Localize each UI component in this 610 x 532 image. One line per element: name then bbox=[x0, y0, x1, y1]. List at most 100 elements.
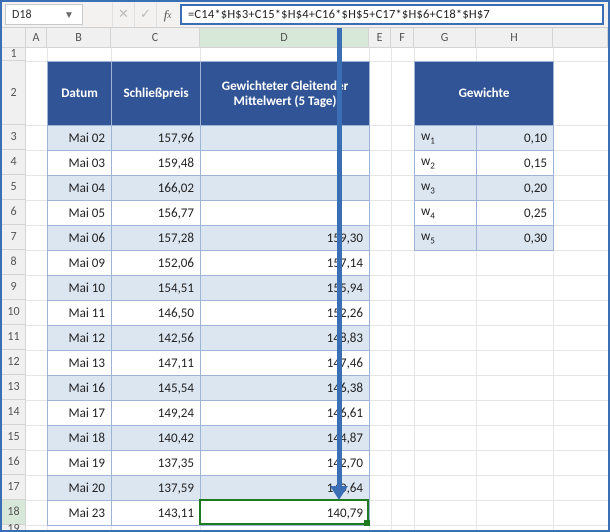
cancel-icon[interactable]: ✕ bbox=[112, 2, 134, 27]
check-icon[interactable]: ✓ bbox=[134, 2, 156, 27]
table-row[interactable]: Mai 12142,56148,83 bbox=[48, 326, 370, 351]
col-header-E[interactable]: E bbox=[369, 28, 391, 47]
table-row[interactable]: w20,15 bbox=[415, 151, 554, 176]
table-row[interactable]: w10,10 bbox=[415, 126, 554, 151]
cell-datum[interactable]: Mai 02 bbox=[48, 126, 112, 151]
cell-datum[interactable]: Mai 12 bbox=[48, 326, 112, 351]
fx-icon[interactable]: fx bbox=[156, 2, 178, 27]
cell-preis[interactable]: 156,77 bbox=[112, 201, 201, 226]
weight-label[interactable]: w1 bbox=[415, 126, 477, 151]
cell-mittelwert[interactable]: 146,38 bbox=[201, 376, 370, 401]
cell-preis[interactable]: 147,11 bbox=[112, 351, 201, 376]
weight-label[interactable]: w3 bbox=[415, 176, 477, 201]
row-header-10[interactable]: 10 bbox=[2, 300, 25, 325]
cell-mittelwert[interactable]: 146,61 bbox=[201, 401, 370, 426]
weight-label[interactable]: w5 bbox=[415, 226, 477, 251]
col-header-H[interactable]: H bbox=[476, 28, 553, 47]
cell-datum[interactable]: Mai 06 bbox=[48, 226, 112, 251]
table-row[interactable]: Mai 09152,06157,14 bbox=[48, 251, 370, 276]
cell-preis[interactable]: 166,02 bbox=[112, 176, 201, 201]
table-row[interactable]: Mai 17149,24146,61 bbox=[48, 401, 370, 426]
chevron-down-icon[interactable]: ▼ bbox=[62, 8, 76, 21]
col-header-A[interactable]: A bbox=[26, 28, 47, 47]
cell-datum[interactable]: Mai 04 bbox=[48, 176, 112, 201]
cell-mittelwert[interactable]: 144,87 bbox=[201, 426, 370, 451]
cell-mittelwert[interactable] bbox=[201, 126, 370, 151]
cell-preis[interactable]: 142,56 bbox=[112, 326, 201, 351]
row-header-12[interactable]: 12 bbox=[2, 350, 25, 375]
cell-datum[interactable]: Mai 18 bbox=[48, 426, 112, 451]
row-header-17[interactable]: 17 bbox=[2, 475, 25, 500]
col-header-C[interactable]: C bbox=[111, 28, 200, 47]
cell-preis[interactable]: 137,59 bbox=[112, 476, 201, 501]
cell-mittelwert[interactable] bbox=[201, 201, 370, 226]
cell-preis[interactable]: 157,96 bbox=[112, 126, 201, 151]
cell-datum[interactable]: Mai 10 bbox=[48, 276, 112, 301]
cell-mittelwert[interactable]: 159,30 bbox=[201, 226, 370, 251]
cell-mittelwert[interactable]: 140,79 bbox=[201, 501, 370, 526]
weight-value[interactable]: 0,30 bbox=[477, 226, 554, 251]
table-row[interactable]: Mai 02157,96 bbox=[48, 126, 370, 151]
cell-mittelwert[interactable] bbox=[201, 176, 370, 201]
row-header-2[interactable]: 2 bbox=[2, 61, 25, 125]
cell-datum[interactable]: Mai 20 bbox=[48, 476, 112, 501]
table-row[interactable]: Mai 13147,11147,46 bbox=[48, 351, 370, 376]
row-header-11[interactable]: 11 bbox=[2, 325, 25, 350]
col-header-F[interactable]: F bbox=[391, 28, 414, 47]
cell-datum[interactable]: Mai 13 bbox=[48, 351, 112, 376]
cell-datum[interactable]: Mai 19 bbox=[48, 451, 112, 476]
row-header-7[interactable]: 7 bbox=[2, 225, 25, 250]
cell-preis[interactable]: 152,06 bbox=[112, 251, 201, 276]
cell-preis[interactable]: 140,42 bbox=[112, 426, 201, 451]
row-header-9[interactable]: 9 bbox=[2, 275, 25, 300]
table-row[interactable]: Mai 03159,48 bbox=[48, 151, 370, 176]
table-row[interactable]: Mai 19137,35142,70 bbox=[48, 451, 370, 476]
row-header-4[interactable]: 4 bbox=[2, 150, 25, 175]
select-all-corner[interactable] bbox=[2, 28, 26, 47]
cell-preis[interactable]: 137,35 bbox=[112, 451, 201, 476]
row-header-8[interactable]: 8 bbox=[2, 250, 25, 275]
table-row[interactable]: Mai 18140,42144,87 bbox=[48, 426, 370, 451]
weight-value[interactable]: 0,15 bbox=[477, 151, 554, 176]
weight-value[interactable]: 0,10 bbox=[477, 126, 554, 151]
table-row[interactable]: Mai 04166,02 bbox=[48, 176, 370, 201]
table-row[interactable]: Mai 10154,51155,94 bbox=[48, 276, 370, 301]
cell-mittelwert[interactable]: 142,70 bbox=[201, 451, 370, 476]
row-header-16[interactable]: 16 bbox=[2, 450, 25, 475]
cell-mittelwert[interactable]: 147,46 bbox=[201, 351, 370, 376]
col-header-D[interactable]: D bbox=[200, 28, 369, 47]
cell-preis[interactable]: 145,54 bbox=[112, 376, 201, 401]
row-header-1[interactable]: 1 bbox=[2, 48, 25, 61]
cell-datum[interactable]: Mai 16 bbox=[48, 376, 112, 401]
cell-preis[interactable]: 157,28 bbox=[112, 226, 201, 251]
row-header-5[interactable]: 5 bbox=[2, 175, 25, 200]
cell-mittelwert[interactable]: 155,94 bbox=[201, 276, 370, 301]
cell-preis[interactable]: 146,50 bbox=[112, 301, 201, 326]
cell-preis[interactable]: 143,11 bbox=[112, 501, 201, 526]
cell-datum[interactable]: Mai 05 bbox=[48, 201, 112, 226]
table-row[interactable]: Mai 23143,11140,79 bbox=[48, 501, 370, 526]
cell-mittelwert[interactable] bbox=[201, 151, 370, 176]
cell-preis[interactable]: 159,48 bbox=[112, 151, 201, 176]
table-row[interactable]: Mai 20137,59140,64 bbox=[48, 476, 370, 501]
row-header-13[interactable]: 13 bbox=[2, 375, 25, 400]
cell-preis[interactable]: 149,24 bbox=[112, 401, 201, 426]
weight-label[interactable]: w4 bbox=[415, 201, 477, 226]
cell-datum[interactable]: Mai 09 bbox=[48, 251, 112, 276]
col-header-B[interactable]: B bbox=[47, 28, 111, 47]
table-row[interactable]: Mai 11146,50152,26 bbox=[48, 301, 370, 326]
row-header-14[interactable]: 14 bbox=[2, 400, 25, 425]
cell-mittelwert[interactable]: 148,83 bbox=[201, 326, 370, 351]
cell-mittelwert[interactable]: 157,14 bbox=[201, 251, 370, 276]
weight-value[interactable]: 0,20 bbox=[477, 176, 554, 201]
weight-label[interactable]: w2 bbox=[415, 151, 477, 176]
row-header-6[interactable]: 6 bbox=[2, 200, 25, 225]
col-header-G[interactable]: G bbox=[414, 28, 476, 47]
worksheet[interactable]: Datum Schließpreis Gewichteter Gleitende… bbox=[26, 48, 608, 530]
cell-datum[interactable]: Mai 11 bbox=[48, 301, 112, 326]
row-header-3[interactable]: 3 bbox=[2, 125, 25, 150]
row-header-15[interactable]: 15 bbox=[2, 425, 25, 450]
cell-datum[interactable]: Mai 03 bbox=[48, 151, 112, 176]
cell-datum[interactable]: Mai 23 bbox=[48, 501, 112, 526]
table-row[interactable]: Mai 06157,28159,30 bbox=[48, 226, 370, 251]
